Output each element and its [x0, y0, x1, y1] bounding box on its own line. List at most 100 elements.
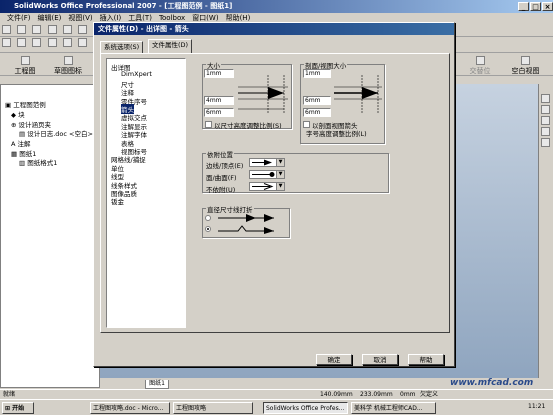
maximize-button[interactable]: □ — [530, 2, 541, 11]
none-arrow-combo[interactable]: ▼ — [249, 182, 285, 191]
menu-item-3[interactable]: 插入(I) — [100, 14, 122, 22]
open-icon[interactable] — [17, 25, 27, 34]
feature-manager-tree: ▣ 工程图范例 ◆ 块 ⊕ 设计涵页夹 ▤ 设计日志.doc <空白> A 注解… — [0, 84, 100, 388]
blank-view-label: 空白视图 — [511, 67, 540, 75]
menu-item-0[interactable]: 文件(F) — [7, 14, 31, 22]
options-tree-item[interactable]: DimXpert — [121, 70, 152, 78]
size-scale-checkbox[interactable] — [205, 121, 212, 128]
layout-icon — [475, 56, 485, 65]
chevron-down-icon: ▼ — [276, 159, 284, 166]
line-icon[interactable] — [17, 38, 27, 47]
binder-icon: ⊕ — [11, 121, 17, 129]
library-icon[interactable] — [541, 105, 550, 114]
tab-document-properties[interactable]: 文件属性(D) — [148, 39, 193, 53]
dialog-title: 文件属性(D) - 出详图 - 箭头 — [98, 25, 189, 33]
layout-button[interactable]: 交替位 — [460, 55, 500, 75]
appearance-icon[interactable] — [541, 138, 550, 147]
start-button[interactable]: ⊞ 开始 — [2, 402, 34, 414]
new-icon[interactable] — [2, 25, 11, 34]
blank-view-button[interactable]: 空白视图 — [503, 55, 548, 75]
face-arrow-combo[interactable]: ▼ — [249, 170, 285, 179]
section-arrow-diagram — [334, 75, 382, 113]
layout-label: 交替位 — [469, 67, 491, 75]
filled-arrow-icon — [252, 159, 272, 166]
section-scale-checkbox[interactable] — [303, 121, 310, 128]
tree-root[interactable]: ▣ 工程图范例 — [5, 99, 46, 109]
clock: 11:21 — [528, 403, 546, 410]
arc-icon[interactable] — [62, 38, 72, 47]
section-width-field[interactable]: 6mm — [303, 96, 331, 105]
drawing-doc-icon: ▣ — [5, 101, 12, 109]
view-palette-icon[interactable] — [541, 127, 550, 136]
tree-item-sheet-format[interactable]: ▥ 图纸格式1 — [19, 157, 57, 167]
menu-item-4[interactable]: 工具(T) — [128, 14, 152, 22]
help-button[interactable]: 帮助 — [408, 354, 444, 365]
options-tree-item[interactable]: 钣金 — [111, 196, 124, 206]
arrow-length-field[interactable]: 6mm — [204, 108, 234, 117]
straight-break-radio[interactable] — [205, 215, 211, 221]
menu-item-7[interactable]: 帮助(H) — [226, 14, 251, 22]
rectangle-icon[interactable] — [32, 38, 42, 47]
dialog-title-bar: 文件属性(D) - 出详图 - 箭头 — [94, 23, 454, 35]
blank-view-icon — [521, 56, 530, 65]
task-solidworks[interactable]: SolidWorks Office Profes... — [263, 402, 348, 414]
drawing-icon — [20, 56, 30, 65]
select-icon[interactable] — [78, 25, 88, 34]
sheet-format-icon: ▥ — [19, 159, 26, 167]
undo-icon[interactable] — [62, 25, 72, 34]
print-icon[interactable] — [47, 25, 57, 34]
dot-arrow-icon — [252, 172, 275, 177]
task-pane-bar — [538, 84, 553, 378]
section-scale-label-2: 字号高度调整比例(L) — [306, 130, 367, 138]
text-icon[interactable] — [2, 38, 11, 47]
tree-item-block[interactable]: ◆ 块 — [11, 109, 25, 119]
sheet-icon: ▦ — [11, 150, 18, 158]
resources-icon[interactable] — [541, 94, 550, 103]
minimize-button[interactable]: _ — [518, 2, 529, 11]
chevron-down-icon: ▼ — [276, 171, 284, 178]
jog-arrow-icon — [218, 225, 274, 234]
window-title-bar: SolidWorks Office Professional 2007 - [工… — [0, 0, 553, 13]
section-length-field[interactable]: 6mm — [303, 108, 331, 117]
annotation-tab-button[interactable]: 草图图标 — [48, 55, 88, 75]
sheet-tab[interactable]: 图纸1 — [145, 380, 169, 389]
options-tree: 出详图 DimXpert 尺寸 注释 零件序号 箭头 虚拟交点 注解显示 注解字体 表格 视图标号网… — [106, 58, 186, 328]
spline-icon[interactable] — [78, 38, 88, 47]
arrow-height-field[interactable]: 1mm — [204, 69, 234, 78]
menu-item-2[interactable]: 视图(V) — [68, 14, 92, 22]
drawing-tab-label: 工程图 — [14, 67, 36, 75]
straight-arrow-icon — [218, 214, 274, 222]
block-icon: ◆ — [11, 111, 16, 119]
save-icon[interactable] — [32, 25, 42, 34]
annotation-tab-label: 草图图标 — [54, 67, 82, 75]
tree-item-design-journal[interactable]: ▤ 设计日志.doc <空白> — [19, 128, 93, 138]
arrow-width-field[interactable]: 4mm — [204, 96, 234, 105]
tab-system-options[interactable]: 系统选项(S) — [100, 41, 144, 53]
task-word[interactable]: 工程图攻略.doc - Micro... — [90, 402, 170, 414]
edge-arrow-combo[interactable]: ▼ — [249, 158, 285, 167]
cancel-button[interactable]: 取消 — [362, 354, 398, 365]
app-title: SolidWorks Office Professional 2007 - [工… — [14, 2, 233, 10]
annotation-icon — [63, 56, 73, 65]
drawing-tab-button[interactable]: 工程图 — [4, 55, 46, 75]
watermark: www.mfcad.com — [450, 378, 534, 388]
chevron-down-icon: ▼ — [276, 183, 284, 190]
ok-button[interactable]: 确定 — [316, 354, 352, 365]
menu-item-6[interactable]: 窗口(W) — [192, 14, 218, 22]
attach-none-label: 不依附(U) — [206, 186, 236, 194]
menu-item-1[interactable]: 编辑(E) — [38, 14, 62, 22]
jog-break-radio[interactable] — [205, 226, 211, 232]
windows-logo-icon: ⊞ — [5, 405, 11, 412]
attach-edge-label: 边线/顶点(E) — [206, 162, 244, 170]
size-scale-label: 以尺寸高度调整比例(S) — [214, 122, 282, 130]
annotation-icon: A — [11, 140, 16, 148]
section-height-field[interactable]: 1mm — [303, 69, 331, 78]
task-folder[interactable]: 工程图攻略 — [173, 402, 253, 414]
close-button[interactable]: × — [542, 2, 553, 11]
circle-icon[interactable] — [47, 38, 57, 47]
menu-item-5[interactable]: Toolbox — [159, 14, 185, 22]
file-explorer-icon[interactable] — [541, 116, 550, 125]
task-cad[interactable]: 美科学 机械工程师CAD... — [351, 402, 436, 414]
open-arrow-icon — [252, 183, 274, 190]
tree-item-annotations[interactable]: A 注解 — [11, 138, 31, 148]
